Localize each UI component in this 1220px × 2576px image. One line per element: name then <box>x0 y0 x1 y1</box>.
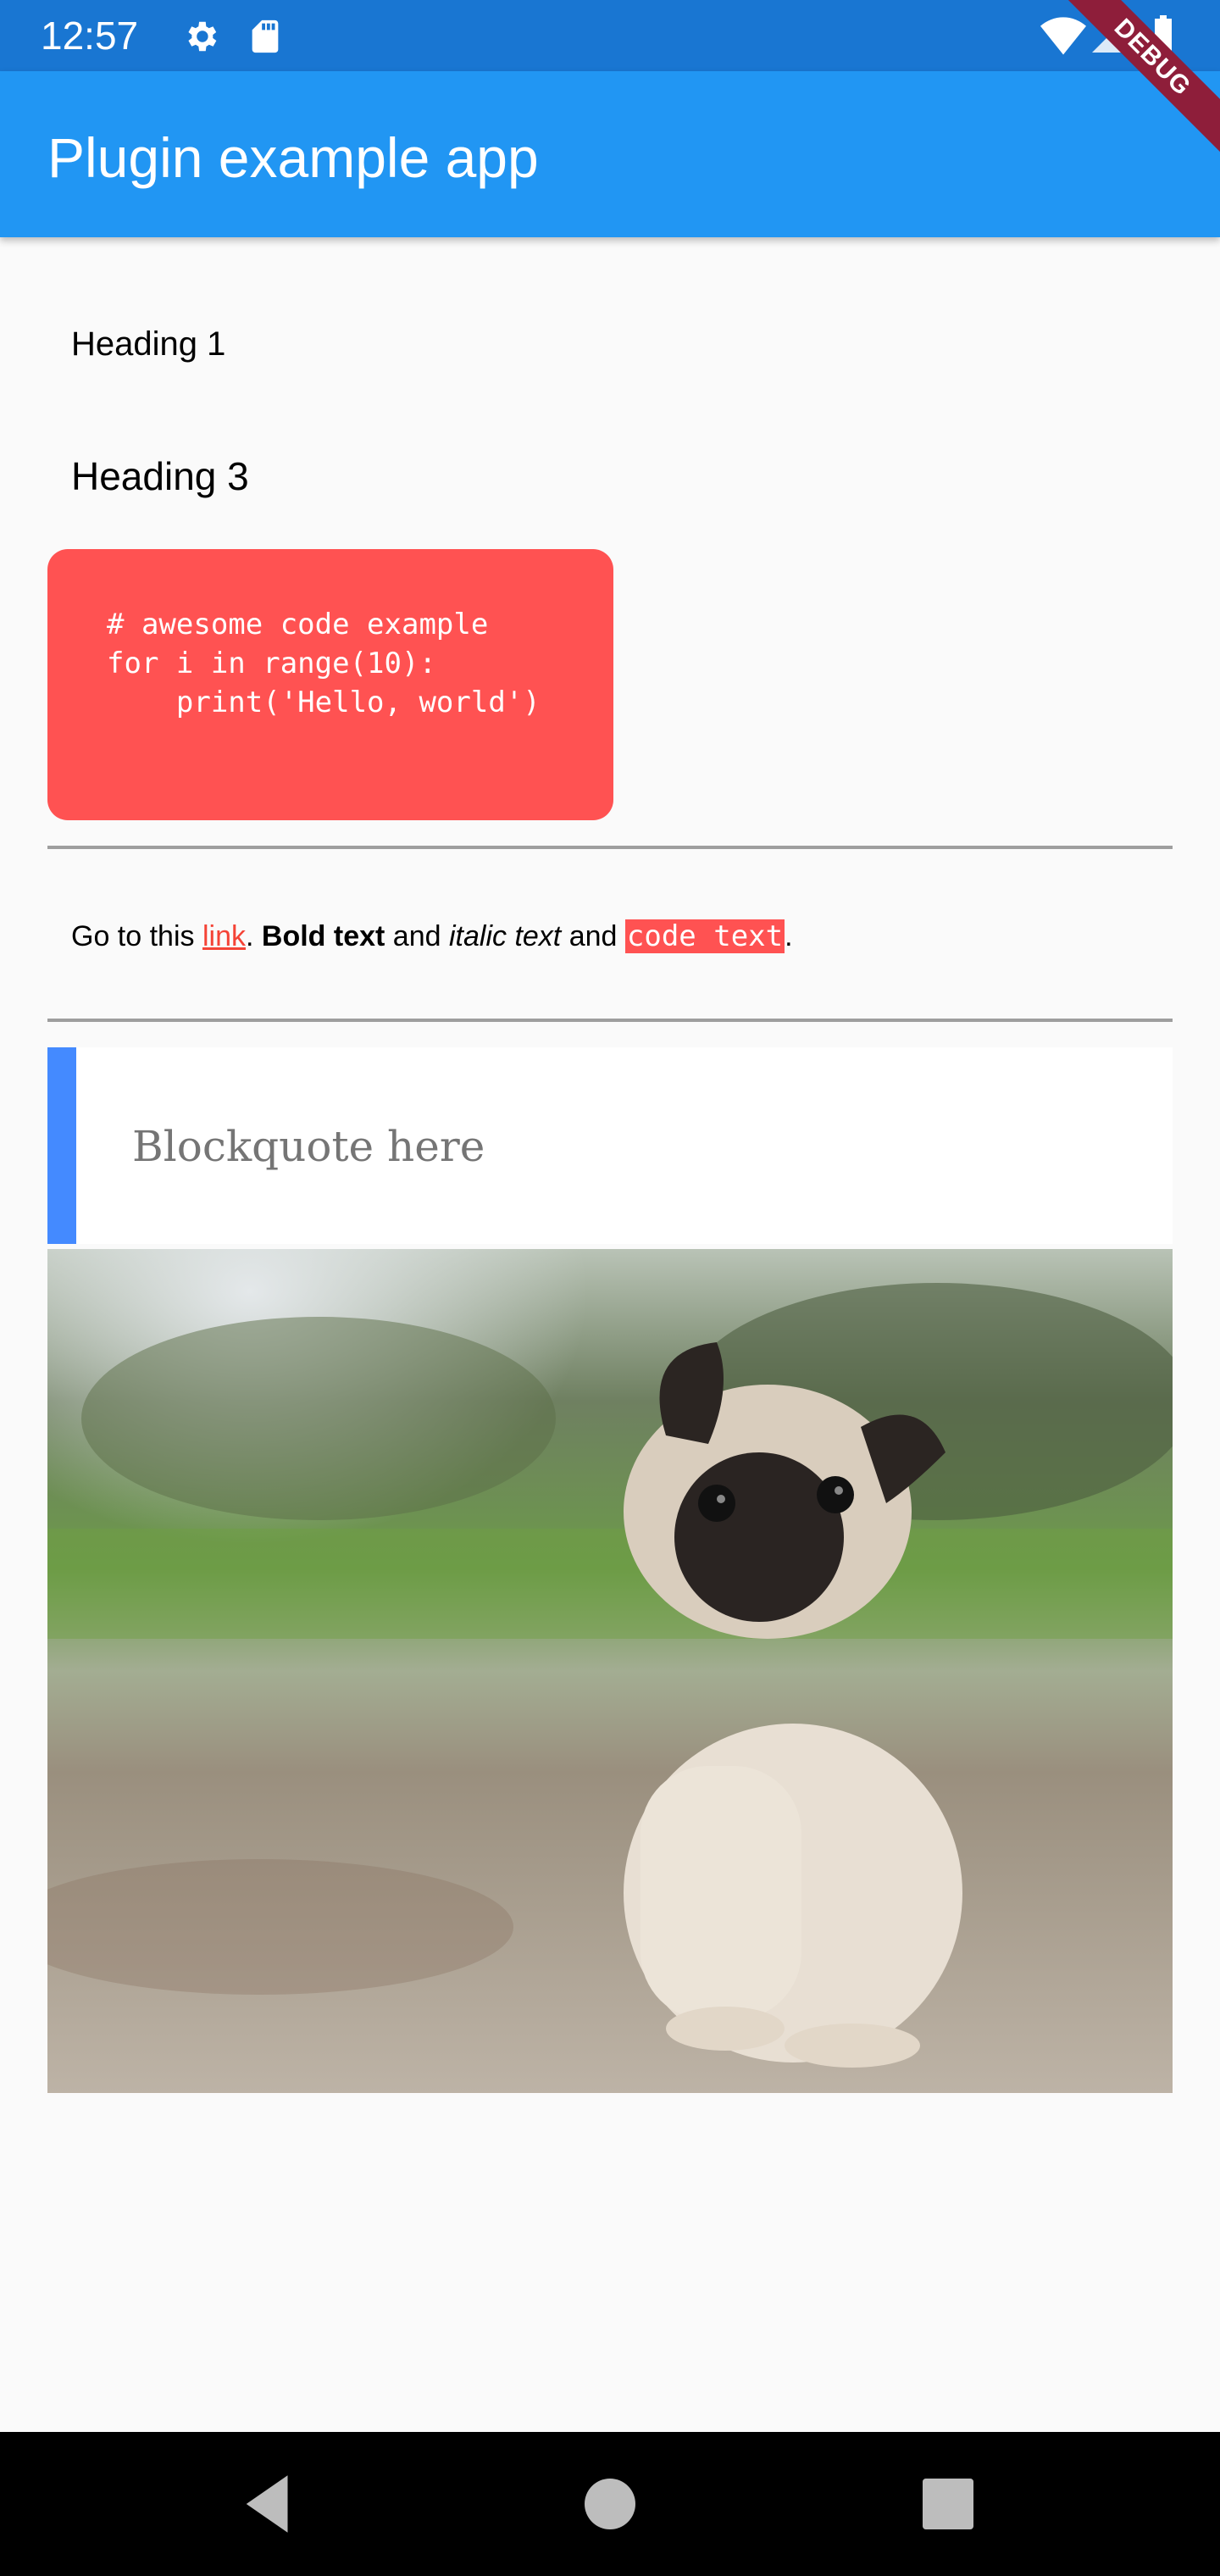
pug-photo <box>47 1249 1173 2093</box>
paragraph-text: and <box>385 920 449 952</box>
divider <box>47 1019 1173 1022</box>
paragraph-text: . <box>785 920 793 952</box>
paragraph-link[interactable]: link <box>202 920 246 952</box>
app-title: Plugin example app <box>47 126 539 189</box>
navigation-bar <box>0 2432 1220 2576</box>
status-time: 12:57 <box>41 14 139 58</box>
code-block: # awesome code example for i in range(10… <box>47 549 613 820</box>
pug-image <box>47 1249 1173 2093</box>
heading-3: Heading 3 <box>71 454 249 498</box>
recents-icon[interactable] <box>910 2466 986 2542</box>
sd-card-icon <box>252 19 279 53</box>
paragraph: Go to this link. Bold text and italic te… <box>71 915 793 958</box>
home-icon[interactable] <box>572 2466 648 2542</box>
divider <box>47 846 1173 849</box>
heading-1: Heading 1 <box>71 325 226 363</box>
code-block-text: # awesome code example for i in range(10… <box>107 608 541 719</box>
paragraph-text: and <box>561 920 625 952</box>
italic-text: italic text <box>448 920 562 952</box>
wifi-icon <box>1040 17 1086 55</box>
back-icon[interactable] <box>230 2466 307 2542</box>
paragraph-text: . <box>246 920 262 952</box>
status-bar: 12:57 <box>0 0 1220 71</box>
bold-text: Bold text <box>261 920 385 952</box>
settings-icon <box>188 21 217 52</box>
paragraph-text: Go to this <box>71 920 202 952</box>
app-bar: Plugin example app <box>0 71 1220 237</box>
blockquote: Blockquote here <box>47 1047 1173 1244</box>
inline-code: code text <box>624 919 785 953</box>
blockquote-bar <box>47 1047 76 1244</box>
blockquote-text: Blockquote here <box>132 1122 485 1171</box>
